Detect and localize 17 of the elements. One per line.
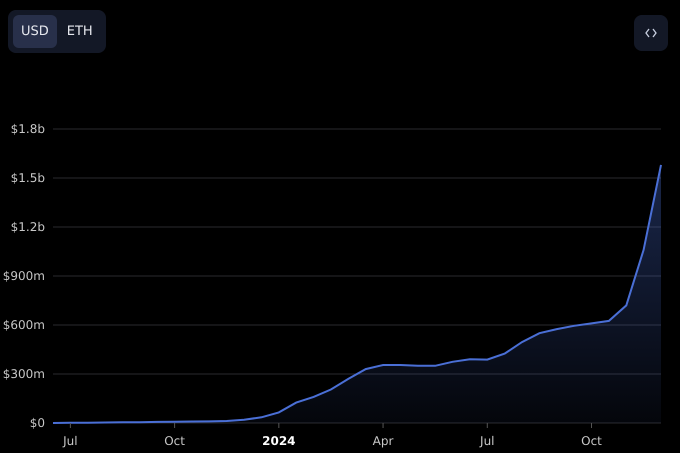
x-axis-label: 2024 [262, 434, 296, 448]
y-axis-label: $1.5b [10, 171, 45, 185]
y-axis-label: $1.8b [10, 122, 45, 136]
embed-button[interactable] [634, 15, 668, 51]
y-axis-label: $1.2b [10, 220, 45, 234]
y-axis-label: $0 [30, 416, 45, 430]
x-axis-label: Oct [581, 434, 602, 448]
currency-tab[interactable]: USD [13, 15, 57, 48]
y-axis-label: $300m [2, 367, 45, 381]
x-axis-label: Jul [480, 434, 495, 448]
x-axis-label: Oct [164, 434, 185, 448]
currency-tab[interactable]: ETH [58, 15, 101, 48]
code-icon [645, 28, 657, 38]
y-axis-label: $600m [2, 318, 45, 332]
y-axis-label: $900m [2, 269, 45, 283]
x-axis-label: Apr [372, 434, 394, 448]
x-axis-label: Jul [63, 434, 78, 448]
